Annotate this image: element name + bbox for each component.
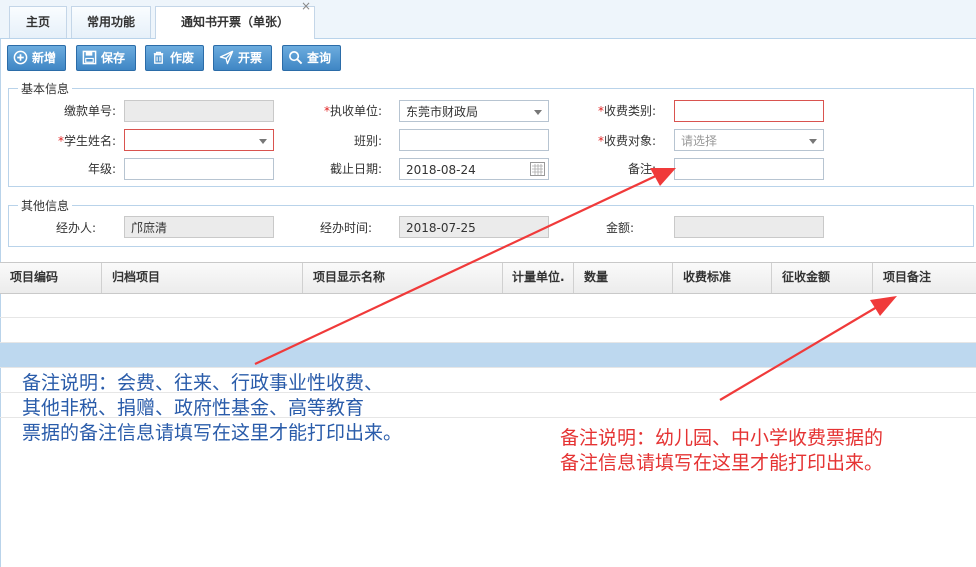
arrow-to-remark-field [254,173,661,365]
annotation-red-line: 备注信息请填写在这里才能打印出来。 [560,452,884,474]
annotation-red-line: 备注说明：幼儿园、中小学收费票据的 [560,427,884,449]
arrowhead-item-remark-column [870,296,897,316]
annotation-blue-line: 其他非税、捐赠、政府性基金、高等教育 [22,397,365,419]
arrow-to-item-remark-column [719,303,883,401]
annotation-blue: 备注说明：会费、往来、行政事业性收费、 其他非税、捐赠、政府性基金、高等教育 票… [22,371,402,446]
annotation-red: 备注说明：幼儿园、中小学收费票据的 备注信息请填写在这里才能打印出来。 [560,426,883,476]
annotation-blue-line: 备注说明：会费、往来、行政事业性收费、 [22,372,384,394]
annotation-arrows [254,168,897,401]
annotation-blue-line: 票据的备注信息请填写在这里才能打印出来。 [22,422,403,444]
